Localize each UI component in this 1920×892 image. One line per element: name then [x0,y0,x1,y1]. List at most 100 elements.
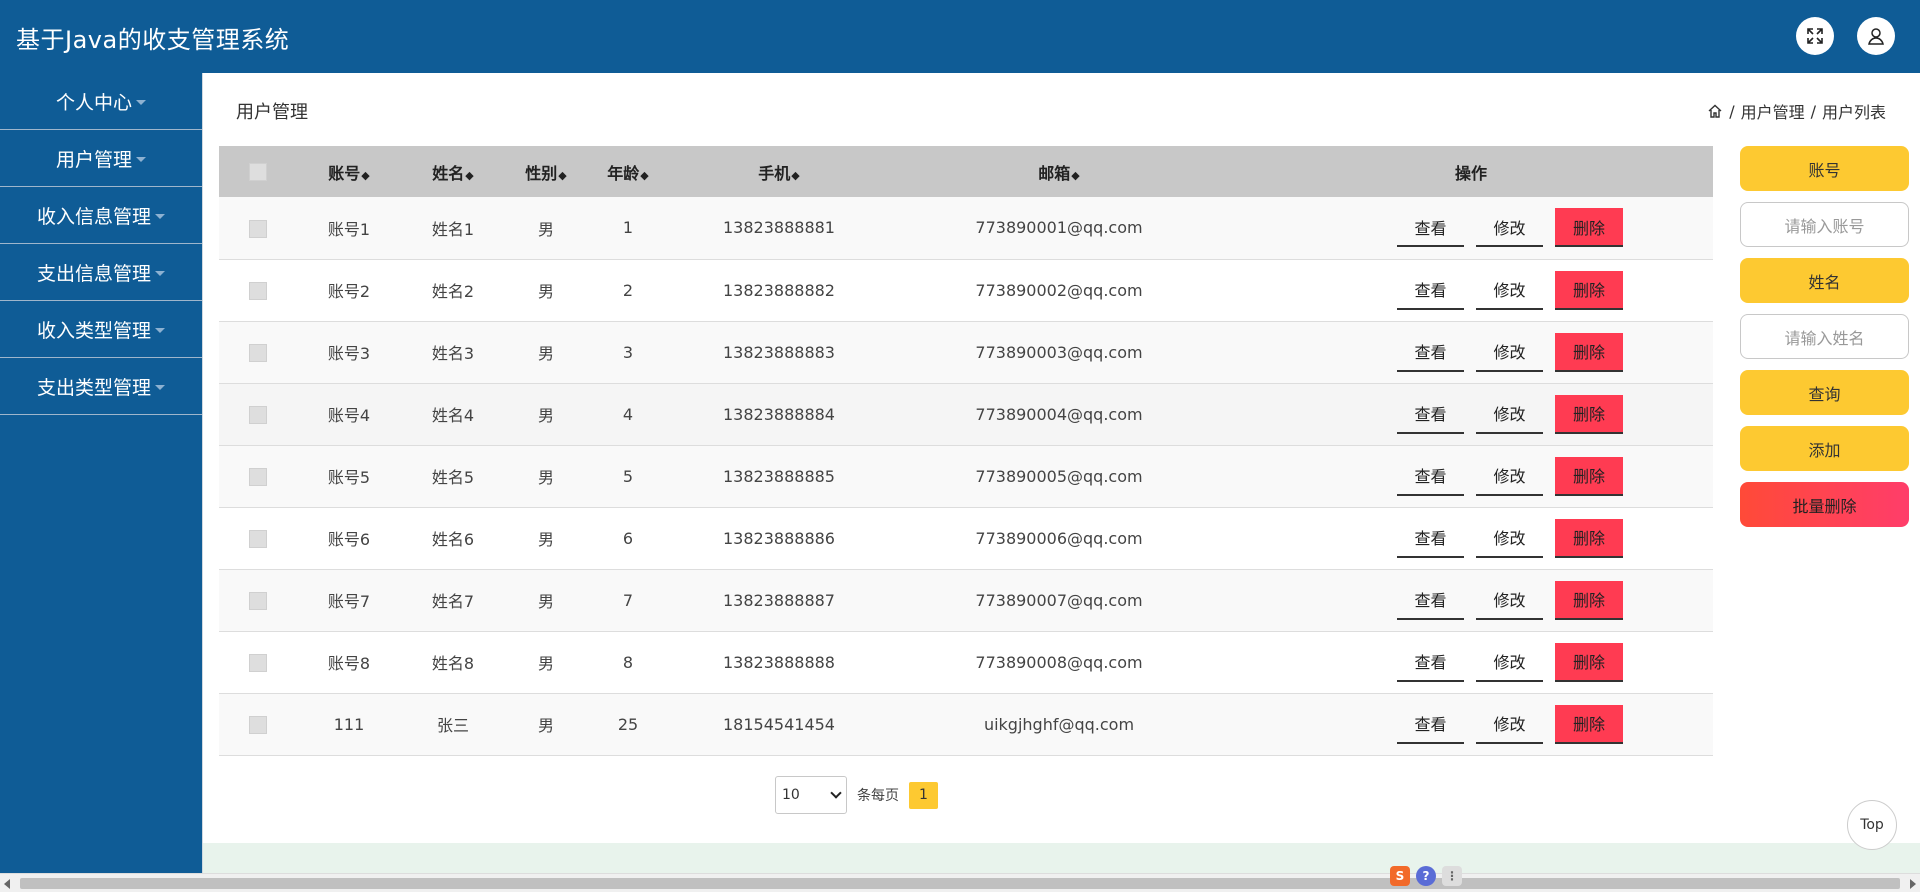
user-icon [1868,28,1884,45]
delete-button[interactable]: 删除 [1555,208,1623,248]
delete-button[interactable]: 删除 [1555,270,1623,310]
name-search-input[interactable]: 请输入姓名 [1740,314,1909,359]
cell-name: 姓名3 [431,344,475,363]
header-select-all[interactable] [219,146,297,197]
cell-gender: 男 [537,282,554,301]
delete-button[interactable]: 删除 [1555,704,1623,744]
scroll-right-icon[interactable] [1910,879,1916,889]
cell-age: 4 [622,404,634,424]
header-account[interactable]: 账号◆ [297,146,401,197]
view-button[interactable]: 查看 [1397,705,1464,744]
cell-phone: 13823888887 [723,590,835,610]
table-row: 账号4 姓名4 男 4 13823888884 773890004@qq.com 查看 修改删… [219,383,1713,445]
breadcrumb-item[interactable]: 用户管理 [1741,99,1805,123]
cell-email: 773890003@qq.com [975,342,1143,362]
cell-select [219,693,297,755]
cell-phone: 13823888884 [723,404,835,424]
page-number-current[interactable]: 1 [909,781,938,809]
view-button[interactable]: 查看 [1397,271,1464,310]
view-button[interactable]: 查看 [1397,643,1464,682]
view-button[interactable]: 查看 [1397,457,1464,496]
fullscreen-button[interactable] [1796,17,1834,55]
table-row: 111 张三 男 25 18154541454 uikgjhghf@qq.com 查看 修改删… [219,693,1713,755]
cell-select [219,259,297,321]
sidebar-item-expense[interactable]: 支出信息管理 [0,244,202,301]
view-button[interactable]: 查看 [1397,581,1464,620]
sort-icon: ◆ [640,168,649,182]
edit-button[interactable]: 修改 [1476,705,1543,744]
row-checkbox[interactable] [249,405,267,424]
edit-button[interactable]: 修改 [1476,271,1543,310]
row-checkbox[interactable] [249,591,267,610]
horizontal-scrollbar[interactable] [0,873,1920,892]
cell-actions: 查看 修改 删除 [1229,197,1713,259]
row-checkbox[interactable] [249,219,267,238]
edit-button[interactable]: 修改 [1476,581,1543,620]
header-phone[interactable]: 手机◆ [669,146,889,197]
chevron-down-icon [830,787,842,799]
header-email[interactable]: 邮箱◆ [889,146,1229,197]
edit-button[interactable]: 修改 [1476,208,1543,248]
scroll-left-icon[interactable] [4,879,10,889]
edit-button[interactable]: 修改 [1476,519,1543,558]
table-row: 账号2 姓名2 男 2 13823888882 773890002@qq.com 查看 修改删… [219,259,1713,321]
edit-button[interactable]: 修改 [1476,643,1543,682]
row-checkbox[interactable] [249,467,267,486]
name-label: 姓名 [1740,258,1909,303]
header-gender[interactable]: 性别◆ [505,146,587,197]
user-button[interactable] [1857,17,1895,55]
row-checkbox[interactable] [249,281,267,300]
delete-button[interactable]: 删除 [1555,580,1623,620]
batch-delete-button[interactable]: 批量删除 [1740,482,1909,527]
delete-button[interactable]: 删除 [1555,394,1623,434]
cell-name: 姓名7 [431,592,475,611]
cell-age: 7 [622,590,634,610]
view-button[interactable]: 查看 [1397,395,1464,434]
main-content: 用户管理 / 用户管理 / 用户列表 账号◆ 姓名◆ 性别◆ 年龄◆ 手机◆ 邮… [203,73,1920,873]
per-page-label: 条每页 [857,788,899,804]
view-button[interactable]: 查看 [1397,519,1464,558]
cell-name: 姓名8 [431,654,475,673]
row-checkbox[interactable] [249,715,267,734]
delete-button[interactable]: 删除 [1555,456,1623,496]
page-size-select[interactable]: 10 [775,776,847,814]
cell-name: 张三 [436,716,469,735]
edit-button[interactable]: 修改 [1476,395,1543,434]
cell-actions: 查看 修改 删除 [1229,259,1713,321]
sidebar-item-expense-types[interactable]: 支出类型管理 [0,358,202,415]
edit-button[interactable]: 修改 [1476,333,1543,372]
row-checkbox[interactable] [249,653,267,672]
edit-button[interactable]: 修改 [1476,457,1543,496]
sidebar-item-users[interactable]: 用户管理 [0,130,202,187]
scrollbar-thumb[interactable] [20,878,1900,889]
view-button[interactable]: 查看 [1397,208,1464,248]
cell-age: 1 [622,218,634,238]
sidebar-item-income[interactable]: 收入信息管理 [0,187,202,244]
help-icon[interactable]: ? [1416,866,1436,886]
sidebar-item-income-types[interactable]: 收入类型管理 [0,301,202,358]
delete-button[interactable]: 删除 [1555,642,1623,682]
cell-actions: 查看 修改 删除 [1229,507,1713,569]
account-search-input[interactable]: 请输入账号 [1740,202,1909,247]
system-tray: S ? ⋮ [1390,866,1462,886]
cell-account: 账号4 [327,406,371,425]
view-button[interactable]: 查看 [1397,333,1464,372]
home-icon[interactable] [1707,103,1723,119]
select-all-checkbox[interactable] [249,163,267,182]
query-button[interactable]: 查询 [1740,370,1909,415]
delete-button[interactable]: 删除 [1555,518,1623,558]
header-name[interactable]: 姓名◆ [401,146,505,197]
row-checkbox[interactable] [249,343,267,362]
cell-gender: 男 [537,219,554,239]
cell-email: 773890002@qq.com [975,280,1143,300]
grip-icon[interactable]: ⋮ [1442,866,1462,886]
sogou-icon[interactable]: S [1390,866,1410,886]
row-checkbox[interactable] [249,529,267,548]
cell-name: 姓名4 [431,406,475,425]
back-to-top-button[interactable]: Top [1847,800,1897,850]
add-button[interactable]: 添加 [1740,426,1909,471]
delete-button[interactable]: 删除 [1555,332,1623,372]
sidebar-item-profile[interactable]: 个人中心 [0,73,202,130]
header-age[interactable]: 年龄◆ [587,146,669,197]
sidebar: 个人中心 用户管理 收入信息管理 支出信息管理 收入类型管理 支出类型管理 [0,73,203,873]
